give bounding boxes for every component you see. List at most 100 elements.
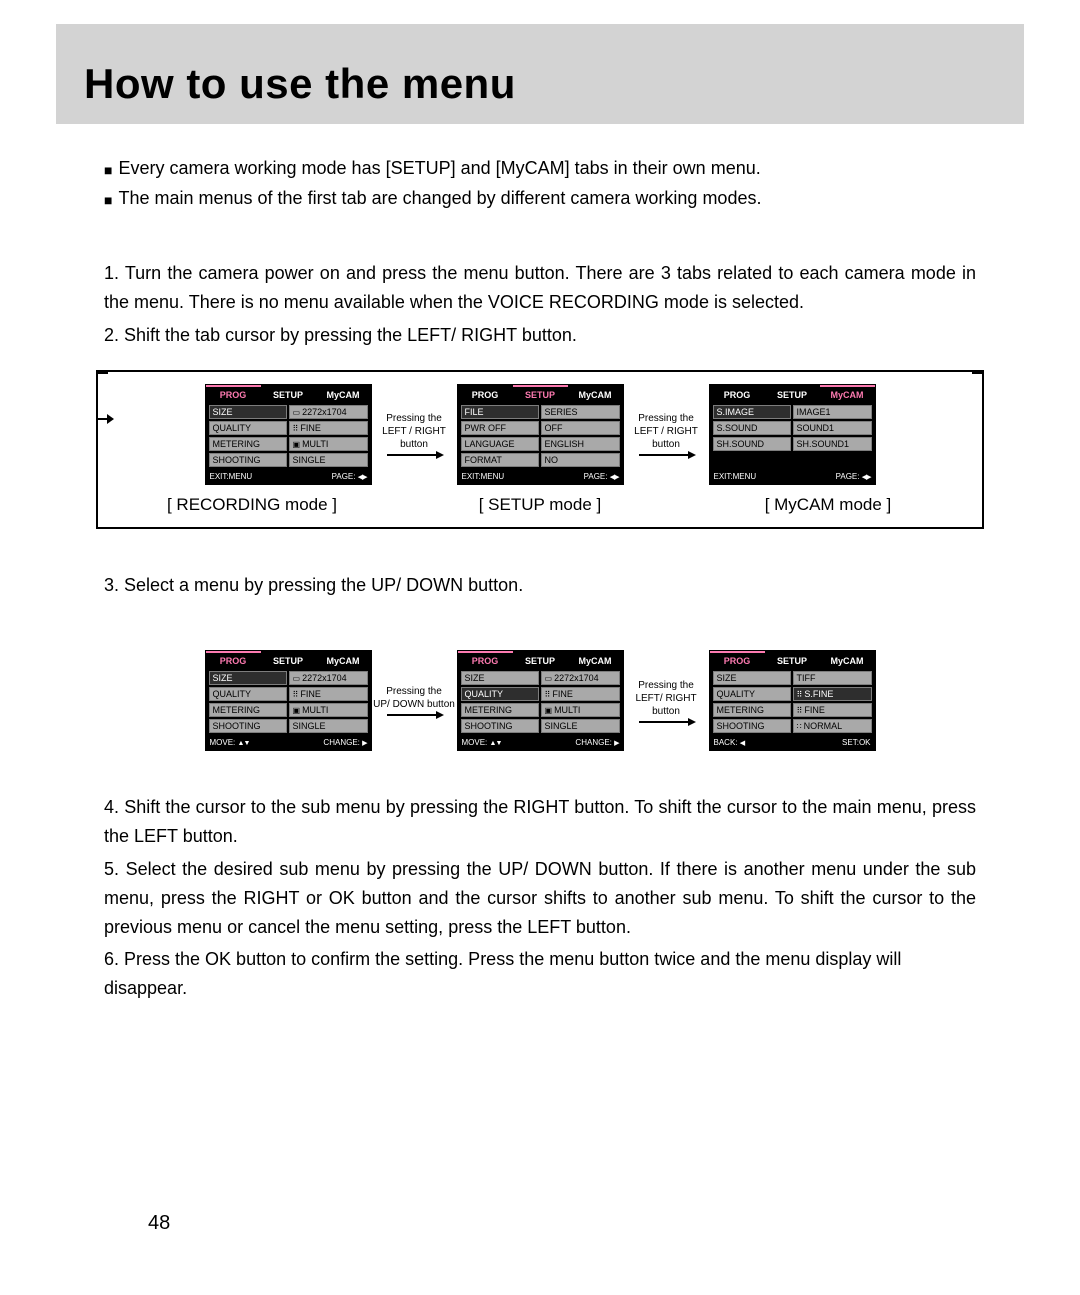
footer-right: PAGE: ◀▶ [332,472,367,481]
figure-select-menu: PROG SETUP MyCAM SIZE▭2272x1704 QUALITY⠿… [145,650,935,751]
menu-label: QUALITY [209,687,287,701]
menu-value: SERIES [541,405,620,419]
step-4: 4. Shift the cursor to the sub menu by p… [104,793,976,851]
menu-label: SHOOTING [209,719,287,733]
caption: [ RECORDING mode ] [108,495,396,515]
menu-label: QUALITY [461,687,539,701]
menu-label: QUALITY [713,687,791,701]
tab: SETUP [261,651,316,669]
caption: [ MyCAM mode ] [684,495,972,515]
tab: MyCAM [568,385,623,403]
tab: PROG [458,651,513,669]
step-1: 1. Turn the camera power on and press th… [104,259,976,317]
footer-right: SET:OK [842,738,870,747]
lcd-select-step3: PROG SETUP MyCAM SIZETIFF QUALITY⠿S.FINE… [709,650,876,751]
tab: SETUP [513,385,568,403]
tab: PROG [206,385,261,403]
footer-left: MOVE: ▲▼ [210,738,250,747]
lcd-mycam-mode: PROG SETUP MyCAM S.IMAGEIMAGE1 S.SOUNDSO… [709,384,876,485]
tab: SETUP [261,385,316,403]
menu-value: SINGLE [289,719,368,733]
page-number: 48 [148,1212,170,1235]
footer-left: BACK: ◀ [714,738,745,747]
caption: [ SETUP mode ] [396,495,684,515]
menu-value: ENGLISH [541,437,620,451]
menu-value: ⠿FINE [289,687,368,701]
menu-value: SINGLE [289,453,368,467]
footer-right: PAGE: ◀▶ [836,472,871,481]
menu-value: ⠿FINE [541,687,620,701]
menu-value: SH.SOUND1 [793,437,872,451]
menu-value: ▭2272x1704 [541,671,620,685]
menu-label: FILE [461,405,539,419]
tab: SETUP [765,651,820,669]
menu-label: SH.SOUND [713,437,791,451]
menu-value: SOUND1 [793,421,872,435]
menu-label: SIZE [713,671,791,685]
footer-left: EXIT:MENU [714,472,757,481]
menu-label: SHOOTING [713,719,791,733]
menu-label: QUALITY [209,421,287,435]
title-band: How to use the menu [56,24,1024,124]
lcd-select-step2: PROG SETUP MyCAM SIZE▭2272x1704 QUALITY⠿… [457,650,624,751]
menu-value: ▣MULTI [541,703,620,717]
arrow-label: Pressing theLEFT / RIGHT button [624,412,709,456]
menu-value: ▣MULTI [289,703,368,717]
menu-label: METERING [209,703,287,717]
menu-value: IMAGE1 [793,405,872,419]
footer-right: PAGE: ◀▶ [584,472,619,481]
step-5: 5. Select the desired sub menu by pressi… [104,855,976,941]
menu-value: ∷NORMAL [793,719,872,733]
menu-value: TIFF [793,671,872,685]
menu-label: PWR OFF [461,421,539,435]
tab: MyCAM [316,651,371,669]
tab: SETUP [513,651,568,669]
menu-value: ⠿FINE [289,421,368,435]
menu-label: SIZE [209,671,287,685]
footer-right: CHANGE: ▶ [323,738,366,747]
intro-bullets: ■ Every camera working mode has [SETUP] a… [104,154,976,213]
bullet-icon: ■ [104,189,112,212]
lcd-select-step1: PROG SETUP MyCAM SIZE▭2272x1704 QUALITY⠿… [205,650,372,751]
menu-label: SIZE [209,405,287,419]
menu-value: ⠿S.FINE [793,687,872,701]
step-3: 3. Select a menu by pressing the UP/ DOW… [104,571,976,600]
footer-left: MOVE: ▲▼ [462,738,502,747]
menu-label: LANGUAGE [461,437,539,451]
menu-label: METERING [209,437,287,451]
bullet-text: The main menus of the first tab are chan… [118,184,761,214]
step-2: 2. Shift the tab cursor by pressing the … [104,321,976,350]
tab: MyCAM [820,651,875,669]
menu-label: METERING [713,703,791,717]
menu-value: ⠿FINE [793,703,872,717]
menu-label: SHOOTING [461,719,539,733]
menu-label: SIZE [461,671,539,685]
footer-left: EXIT:MENU [210,472,253,481]
menu-label: METERING [461,703,539,717]
figure-tab-modes: PROG SETUP MyCAM SIZE▭2272x1704 QUALITY⠿… [96,370,984,529]
tab: PROG [710,385,765,403]
lcd-recording-mode: PROG SETUP MyCAM SIZE▭2272x1704 QUALITY⠿… [205,384,372,485]
menu-value: ▣MULTI [289,437,368,451]
tab: PROG [206,651,261,669]
tab: MyCAM [820,385,875,403]
menu-value: ▭2272x1704 [289,671,368,685]
tab: MyCAM [568,651,623,669]
footer-left: EXIT:MENU [462,472,505,481]
tab: PROG [458,385,513,403]
menu-label: S.SOUND [713,421,791,435]
footer-right: CHANGE: ▶ [575,738,618,747]
menu-value: OFF [541,421,620,435]
arrow-label: Pressing theLEFT / RIGHT button [372,412,457,456]
bullet-text: Every camera working mode has [SETUP] an… [118,154,760,184]
lcd-setup-mode: PROG SETUP MyCAM FILESERIES PWR OFFOFF L… [457,384,624,485]
menu-value: NO [541,453,620,467]
loop-arrow-icon [96,418,112,420]
page-title: How to use the menu [84,60,996,108]
menu-value: SINGLE [541,719,620,733]
menu-value: ▭2272x1704 [289,405,368,419]
step-6: 6. Press the OK button to confirm the se… [104,945,976,1003]
arrow-label: Pressing theLEFT/ RIGHT button [624,679,709,723]
menu-label: SHOOTING [209,453,287,467]
menu-label: FORMAT [461,453,539,467]
